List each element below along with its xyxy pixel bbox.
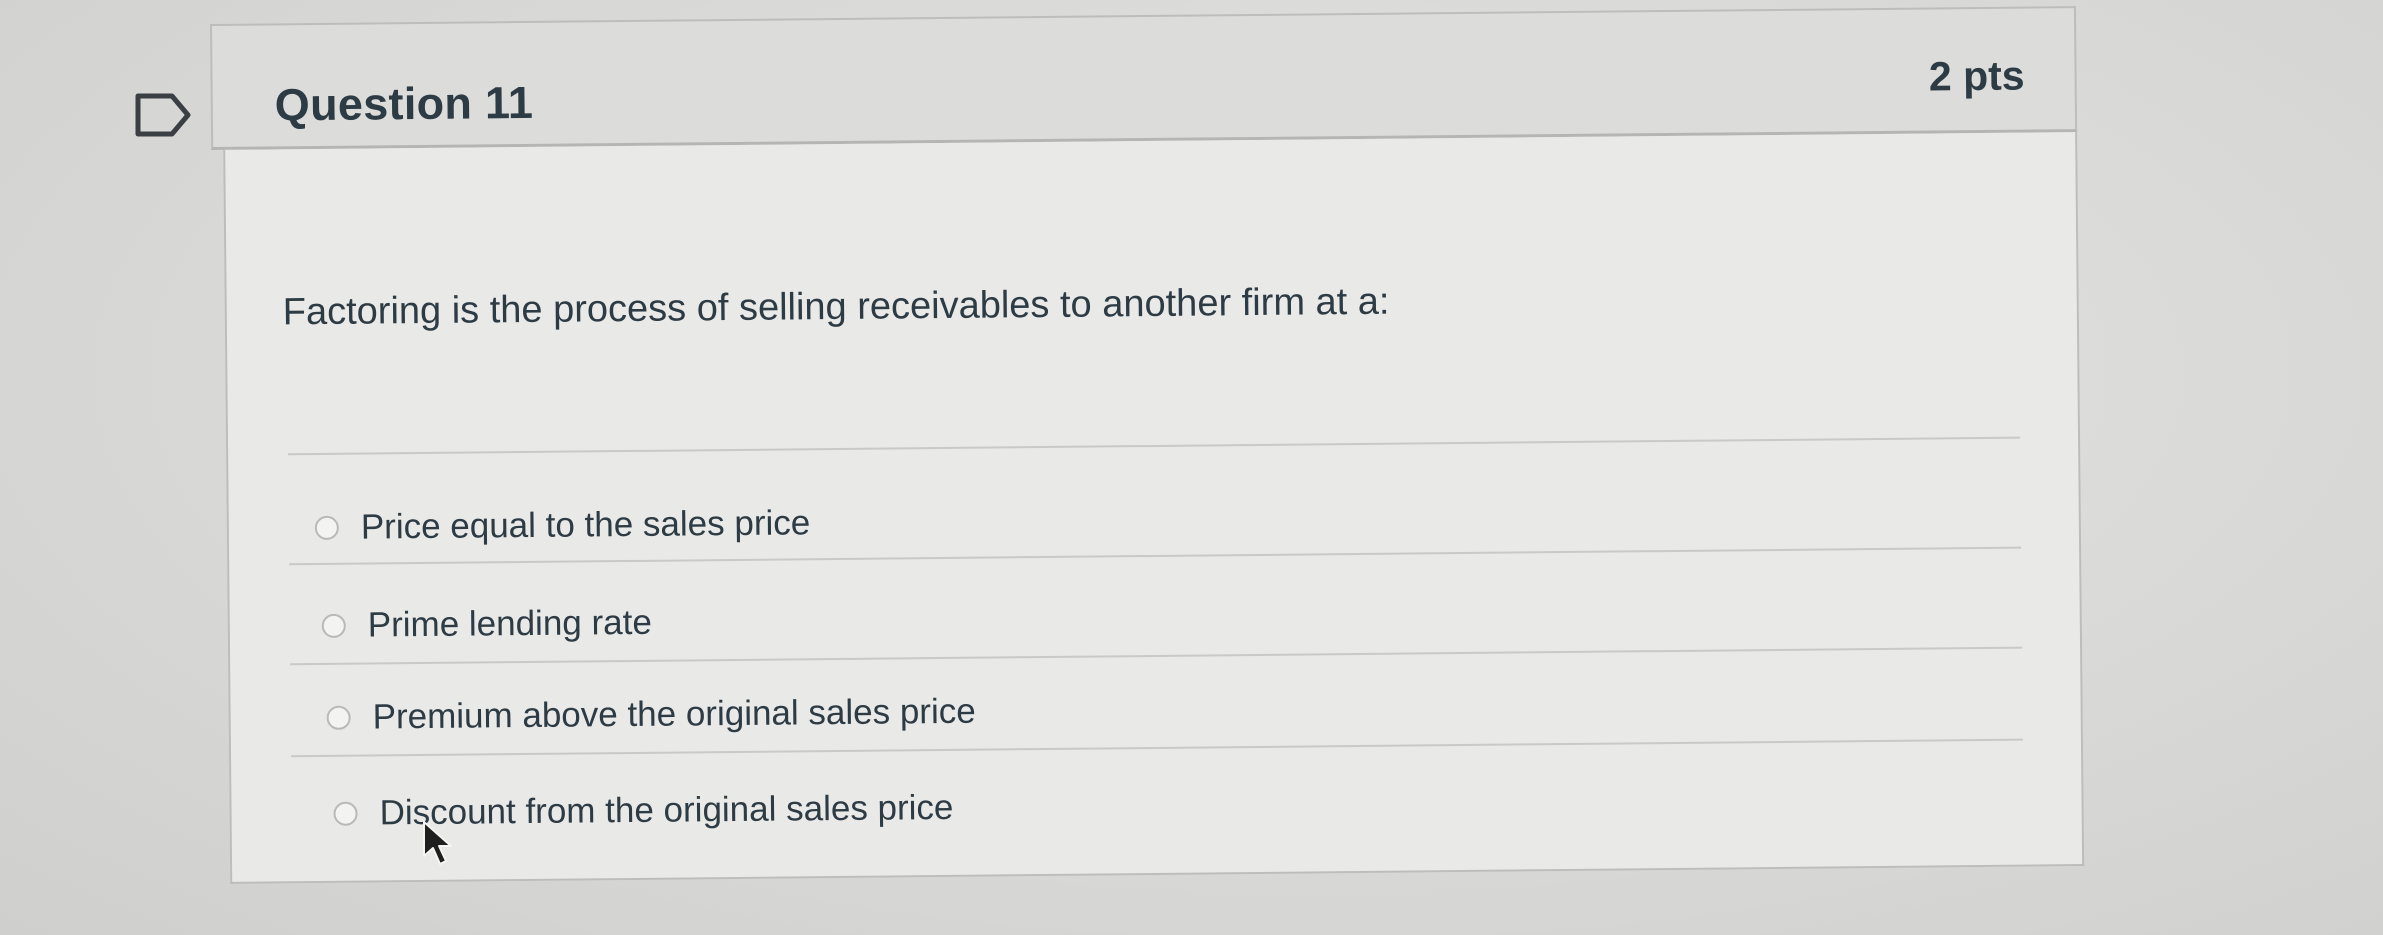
question-points: 2 pts — [1928, 52, 2025, 100]
question-header: Question 11 2 pts — [210, 6, 2078, 150]
radio-button[interactable] — [321, 613, 346, 638]
radio-button[interactable] — [333, 801, 358, 826]
radio-button[interactable] — [314, 515, 339, 541]
question-title: Question 11 — [274, 76, 534, 131]
answer-option[interactable]: Price equal to the sales price — [314, 498, 811, 553]
answer-label: Price equal to the sales price — [360, 503, 811, 547]
question-card: Question 11 2 pts Factoring is the proce… — [210, 6, 2085, 884]
answer-option[interactable]: Prime lending rate — [321, 598, 653, 651]
answer-option[interactable]: Premium above the original sales price — [326, 687, 976, 743]
radio-button[interactable] — [326, 705, 351, 730]
answer-label: Discount from the original sales price — [379, 787, 954, 833]
answer-label: Premium above the original sales price — [372, 691, 976, 737]
flag-question-icon[interactable] — [132, 90, 194, 140]
answer-label: Prime lending rate — [367, 602, 652, 645]
mouse-pointer-icon — [423, 821, 452, 865]
